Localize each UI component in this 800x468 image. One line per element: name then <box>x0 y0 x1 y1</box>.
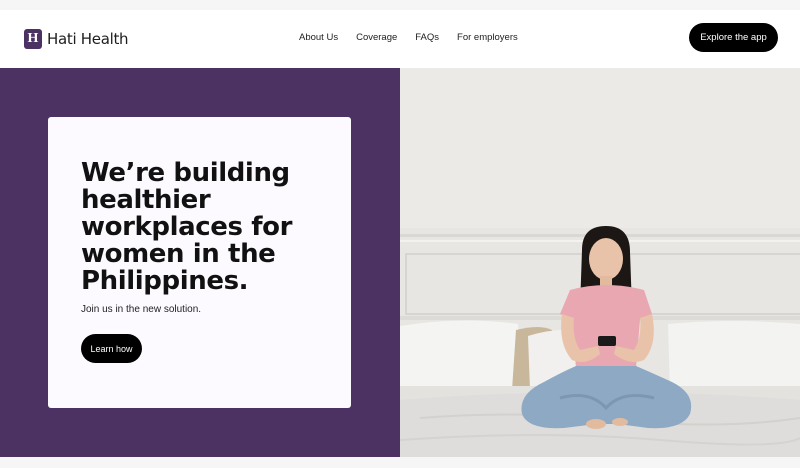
main-nav: About Us Coverage FAQs For employers <box>299 32 536 44</box>
explore-app-button[interactable]: Explore the app <box>689 23 778 52</box>
logo-icon: H <box>24 28 42 49</box>
site-header: H Hati Health About Us Coverage FAQs For… <box>0 10 800 68</box>
bottom-strip <box>0 457 800 468</box>
logo-text: Hati Health <box>47 29 129 48</box>
nav-coverage[interactable]: Coverage <box>356 32 397 44</box>
nav-for-employers[interactable]: For employers <box>457 32 518 44</box>
hero-card: We’re building healthier workplaces for … <box>48 117 351 408</box>
learn-how-button[interactable]: Learn how <box>81 334 142 363</box>
nav-about-us[interactable]: About Us <box>299 32 338 44</box>
top-strip <box>0 0 800 10</box>
hero-subtext: Join us in the new solution. <box>81 304 202 315</box>
hero-photo <box>400 68 800 457</box>
nav-faqs[interactable]: FAQs <box>415 32 439 44</box>
logo[interactable]: H Hati Health <box>24 28 129 49</box>
woman-on-bed-illustration <box>400 68 800 457</box>
hero-headline: We’re building healthier workplaces for … <box>81 158 293 296</box>
